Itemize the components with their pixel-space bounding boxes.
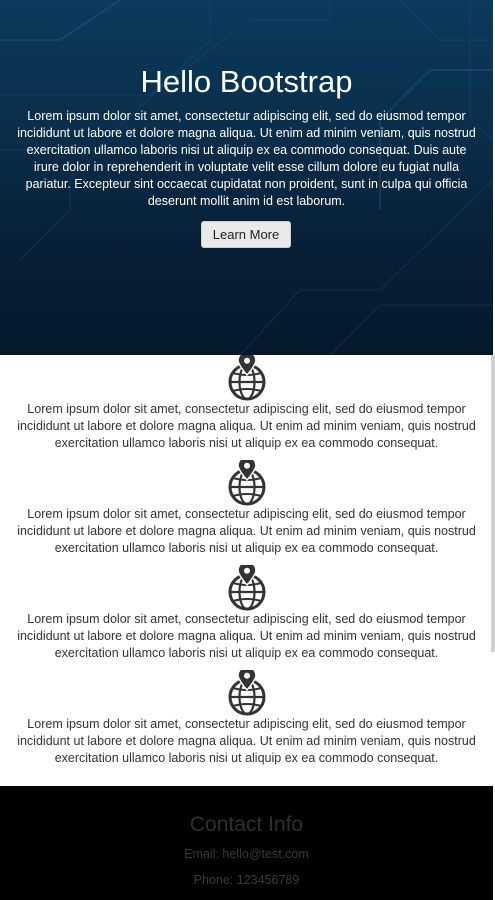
learn-more-button[interactable]: Learn More — [201, 221, 291, 248]
hero-section: Hello Bootstrap Lorem ipsum dolor sit am… — [0, 0, 493, 355]
feature-text: Lorem ipsum dolor sit amet, consectetur … — [17, 612, 476, 660]
hero-description: Lorem ipsum dolor sit amet, consectetur … — [17, 109, 476, 208]
globe-location-icon — [228, 670, 266, 716]
globe-location-icon — [228, 355, 266, 401]
scrollbar[interactable] — [491, 355, 495, 652]
contact-email: Email: hello@test.com — [184, 847, 309, 861]
hero-title: Hello Bootstrap — [140, 64, 353, 99]
page: Hello Bootstrap Lorem ipsum dolor sit am… — [0, 0, 495, 900]
feature-text: Lorem ipsum dolor sit amet, consectetur … — [17, 717, 476, 765]
globe-location-icon — [228, 565, 266, 611]
globe-location-icon — [228, 460, 266, 506]
footer: Contact Info Email: hello@test.com Phone… — [0, 786, 493, 900]
contact-info-heading: Contact Info — [189, 813, 304, 836]
feature-text: Lorem ipsum dolor sit amet, consectetur … — [17, 402, 476, 450]
contact-phone: Phone: 123456789 — [193, 873, 300, 887]
feature-text: Lorem ipsum dolor sit amet, consectetur … — [17, 507, 476, 555]
